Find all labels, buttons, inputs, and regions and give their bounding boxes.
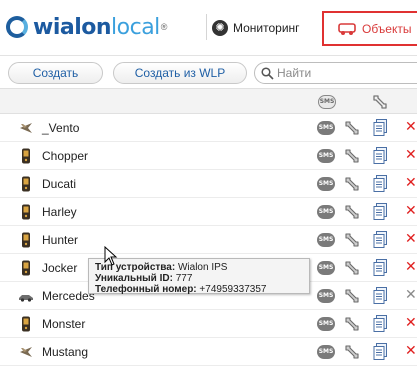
unit-row[interactable]: Hunter SMS ✕ — [0, 226, 417, 254]
delete-unit-icon[interactable]: ✕ — [405, 343, 417, 359]
car-icon — [19, 288, 33, 304]
search-icon — [261, 66, 274, 80]
wrench-icon — [373, 95, 387, 109]
copy-unit-icon[interactable] — [373, 147, 388, 165]
app-header: wialon local ® ✺ Мониторинг Объекты — [0, 0, 417, 56]
unit-name[interactable]: Monster — [42, 317, 85, 331]
tooltip-phone-label: Телефонный номер: — [95, 284, 197, 295]
unit-name[interactable]: _Vento — [42, 121, 79, 135]
unit-properties-wrench-icon[interactable] — [343, 343, 361, 361]
nav-tab-units-label: Объекты — [362, 21, 412, 36]
unit-row[interactable]: Monster SMS ✕ — [0, 310, 417, 338]
send-sms-icon[interactable]: SMS — [317, 205, 335, 219]
tooltip-uid-value: 777 — [175, 273, 193, 284]
copy-unit-icon[interactable] — [373, 343, 388, 361]
phone-icon — [19, 204, 33, 220]
send-sms-icon[interactable]: SMS — [317, 317, 335, 331]
tooltip-uid: Уникальный ID: 777 — [95, 273, 303, 284]
logo-text-wialon: wialon — [33, 14, 112, 40]
tooltip-device-type-value: Wialon IPS — [177, 262, 228, 273]
unit-name[interactable]: Mercedes — [42, 289, 95, 303]
units-toolbar: Создать Создать из WLP — [0, 56, 417, 88]
delete-unit-icon[interactable]: ✕ — [405, 259, 417, 275]
delete-unit-icon[interactable]: ✕ — [405, 119, 417, 135]
copy-unit-icon[interactable] — [373, 175, 388, 193]
tooltip-phone-value: +74959337357 — [199, 284, 267, 295]
copy-unit-icon[interactable] — [373, 231, 388, 249]
unit-name[interactable]: Mustang — [42, 345, 88, 359]
copy-unit-icon[interactable] — [373, 203, 388, 221]
header-divider — [206, 14, 207, 40]
unit-info-tooltip: Тип устройства: Wialon IPS Уникальный ID… — [88, 258, 310, 295]
delete-unit-icon[interactable]: ✕ — [405, 147, 417, 163]
unit-properties-wrench-icon[interactable] — [343, 175, 361, 193]
unit-properties-wrench-icon[interactable] — [343, 119, 361, 137]
unit-row[interactable]: Harley SMS ✕ — [0, 198, 417, 226]
send-sms-icon[interactable]: SMS — [317, 149, 335, 163]
unit-properties-wrench-icon[interactable] — [343, 287, 361, 305]
list-column-header: SMS — [0, 88, 417, 114]
unit-name[interactable]: Harley — [42, 205, 77, 219]
copy-unit-icon[interactable] — [373, 119, 388, 137]
phone-icon — [19, 148, 33, 164]
delete-unit-icon[interactable]: ✕ — [405, 231, 417, 247]
nav-tab-monitoring-label: Мониторинг — [233, 21, 300, 35]
tooltip-uid-label: Уникальный ID: — [95, 273, 173, 284]
unit-name[interactable]: Hunter — [42, 233, 78, 247]
logo-registered-mark: ® — [160, 22, 168, 32]
copy-unit-icon[interactable] — [373, 259, 388, 277]
unit-row[interactable]: Mustang SMS ✕ — [0, 338, 417, 366]
unit-row[interactable]: Ducati SMS ✕ — [0, 170, 417, 198]
send-sms-icon[interactable]: SMS — [317, 121, 335, 135]
unit-properties-wrench-icon[interactable] — [343, 203, 361, 221]
globe-icon: ✺ — [212, 20, 228, 36]
sms-column-icon: SMS — [318, 95, 336, 109]
send-sms-icon[interactable]: SMS — [317, 261, 335, 275]
search-input[interactable] — [277, 66, 417, 80]
send-sms-icon[interactable]: SMS — [317, 233, 335, 247]
unit-name[interactable]: Chopper — [42, 149, 88, 163]
unit-properties-wrench-icon[interactable] — [343, 259, 361, 277]
car-icon — [338, 22, 356, 35]
unit-properties-wrench-icon[interactable] — [343, 315, 361, 333]
delete-unit-icon[interactable]: ✕ — [405, 175, 417, 191]
unit-row[interactable]: Chopper SMS ✕ — [0, 142, 417, 170]
tooltip-phone: Телефонный номер: +74959337357 — [95, 284, 303, 295]
delete-unit-icon: ✕ — [405, 287, 417, 303]
units-list: _Vento SMS ✕ Chopper SMS ✕ Ducati SMS ✕ Harley SMS… — [0, 114, 417, 366]
logo-text-local: local — [111, 14, 160, 40]
plane-icon — [19, 120, 33, 136]
tooltip-device-type: Тип устройства: Wialon IPS — [95, 262, 303, 273]
unit-name[interactable]: Ducati — [42, 177, 76, 191]
unit-name[interactable]: Jocker — [42, 261, 77, 275]
copy-unit-icon[interactable] — [373, 315, 388, 333]
search-box[interactable] — [254, 62, 417, 84]
wialon-local-logo[interactable]: wialon local ® — [6, 10, 167, 44]
nav-tab-units[interactable]: Объекты — [322, 11, 417, 46]
nav-tab-monitoring[interactable]: ✺ Мониторинг — [212, 17, 300, 39]
unit-properties-wrench-icon[interactable] — [343, 147, 361, 165]
send-sms-icon[interactable]: SMS — [317, 177, 335, 191]
unit-row[interactable]: _Vento SMS ✕ — [0, 114, 417, 142]
delete-unit-icon[interactable]: ✕ — [405, 203, 417, 219]
phone-icon — [19, 260, 33, 276]
send-sms-icon[interactable]: SMS — [317, 289, 335, 303]
copy-unit-icon[interactable] — [373, 287, 388, 305]
send-sms-icon[interactable]: SMS — [317, 345, 335, 359]
delete-unit-icon[interactable]: ✕ — [405, 315, 417, 331]
phone-icon — [19, 232, 33, 248]
unit-properties-wrench-icon[interactable] — [343, 231, 361, 249]
logo-ring-icon — [6, 16, 28, 38]
phone-icon — [19, 176, 33, 192]
mouse-cursor-icon — [104, 246, 118, 266]
plane-icon — [19, 344, 33, 360]
create-from-wlp-button[interactable]: Создать из WLP — [113, 62, 247, 84]
phone-icon — [19, 316, 33, 332]
create-button[interactable]: Создать — [8, 62, 103, 84]
